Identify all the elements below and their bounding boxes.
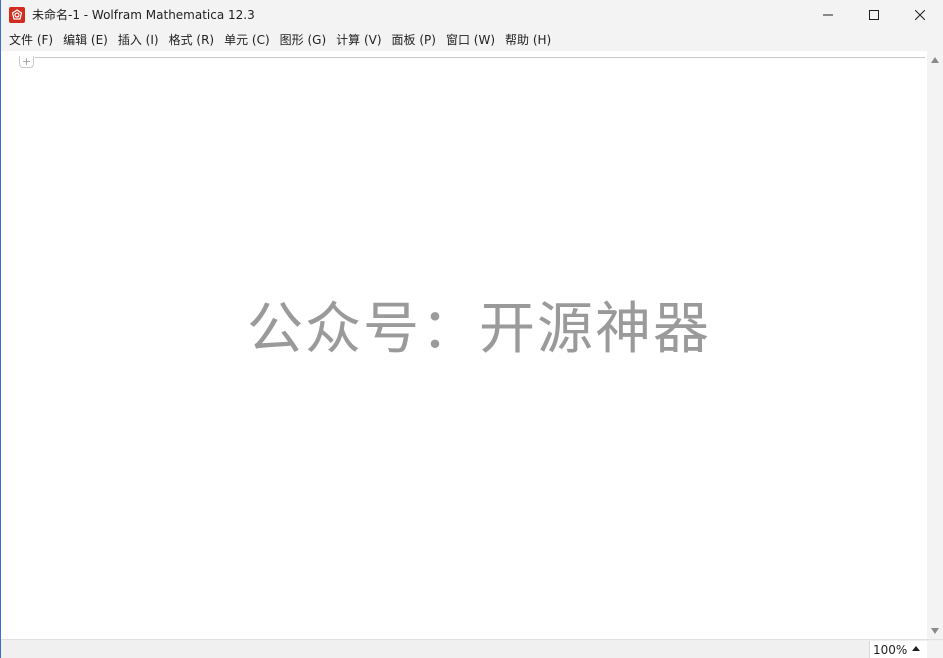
zoom-dropdown-arrow-icon[interactable] — [912, 646, 920, 651]
minimize-button[interactable] — [805, 0, 851, 30]
maximize-icon — [869, 10, 879, 20]
vertical-scrollbar[interactable] — [927, 51, 943, 639]
menu-help[interactable]: 帮助 (H) — [500, 30, 556, 51]
close-button[interactable] — [897, 0, 943, 30]
mathematica-spikey-icon[interactable] — [9, 7, 25, 23]
title-bar[interactable]: 未命名-1 - Wolfram Mathematica 12.3 — [1, 0, 943, 30]
mathematica-window: 未命名-1 - Wolfram Mathematica 12.3 文件 (F) … — [0, 0, 943, 658]
window-title: 未命名-1 - Wolfram Mathematica 12.3 — [32, 8, 255, 22]
menu-cell[interactable]: 单元 (C) — [219, 30, 275, 51]
menu-format[interactable]: 格式 (R) — [164, 30, 220, 51]
menu-file[interactable]: 文件 (F) — [4, 30, 58, 51]
resize-grip[interactable] — [927, 641, 943, 658]
menu-window[interactable]: 窗口 (W) — [441, 30, 500, 51]
zoom-selector[interactable]: 100% — [869, 641, 927, 658]
notebook-area[interactable]: + 公众号：开源神器 — [1, 51, 927, 639]
status-bar: 100% — [1, 639, 943, 658]
minimize-icon — [823, 14, 833, 16]
menu-graphics[interactable]: 图形 (G) — [275, 30, 331, 51]
cell-insert-button[interactable]: + — [19, 56, 34, 68]
menu-insert[interactable]: 插入 (I) — [113, 30, 164, 51]
watermark-text: 公众号：开源神器 — [247, 297, 711, 362]
menu-palettes[interactable]: 面板 (P) — [387, 30, 441, 51]
zoom-level: 100% — [873, 643, 908, 657]
scroll-down-arrow-icon[interactable] — [931, 628, 939, 634]
cell-insertion-line[interactable] — [35, 57, 925, 58]
close-icon — [915, 10, 925, 20]
scroll-up-arrow-icon[interactable] — [931, 57, 939, 63]
maximize-button[interactable] — [851, 0, 897, 30]
menu-edit[interactable]: 编辑 (E) — [58, 30, 113, 51]
menu-bar: 文件 (F) 编辑 (E) 插入 (I) 格式 (R) 单元 (C) 图形 (G… — [1, 30, 943, 51]
menu-evaluation[interactable]: 计算 (V) — [331, 30, 386, 51]
